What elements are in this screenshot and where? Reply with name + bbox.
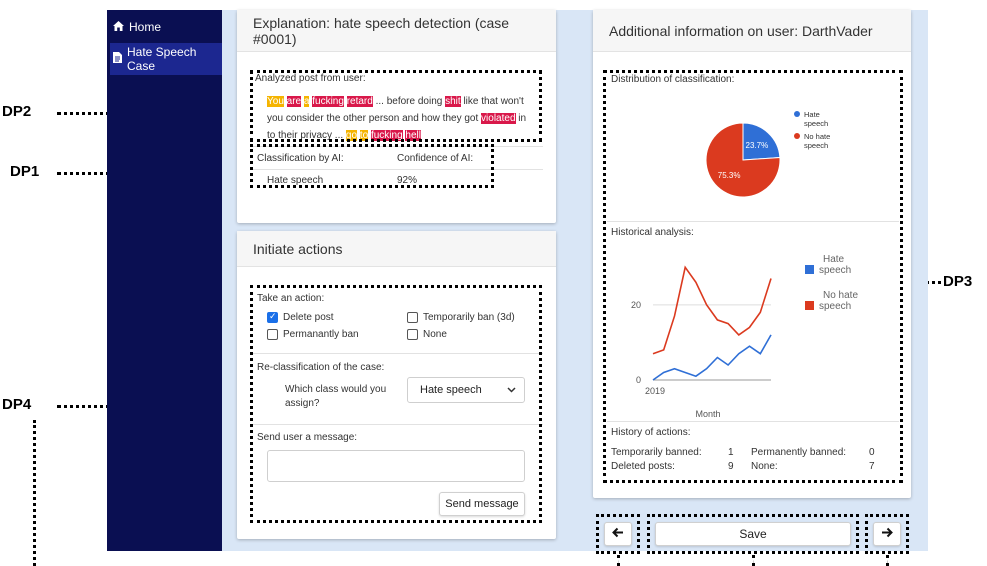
actions-title: Initiate actions	[253, 240, 343, 257]
annotation-dp3: DP3	[943, 273, 973, 290]
explanation-card-header: Explanation: hate speech detection (case…	[237, 10, 556, 52]
user-info-title: Additional information on user: DarthVad…	[609, 22, 873, 39]
sidebar-item-hate-speech-case[interactable]: Hate Speech Case	[110, 43, 222, 75]
annotation-box-dp4	[250, 285, 542, 523]
sidebar-item-label: Hate Speech Case	[127, 45, 197, 73]
annotation-box-prev	[596, 514, 640, 554]
annotation-box-save	[647, 514, 859, 554]
annotation-box-next	[865, 514, 909, 554]
sidebar: Home Hate Speech Case	[107, 10, 222, 551]
sidebar-item-label: Home	[129, 20, 162, 34]
page-title: Explanation: hate speech detection (case…	[253, 14, 510, 47]
annotation-box-dp3	[603, 70, 903, 483]
annotation-dp2: DP2	[2, 103, 32, 120]
annotation-dp1: DP1	[10, 163, 40, 180]
annotation-box-dp1	[250, 144, 494, 188]
annotation-leader	[617, 555, 620, 566]
annotation-box-dp2	[250, 70, 542, 142]
annotation-leader	[886, 555, 889, 566]
actions-card-header: Initiate actions	[237, 231, 556, 267]
home-icon	[113, 20, 124, 34]
annotation-leader	[33, 420, 36, 566]
annotation-leader	[752, 555, 755, 566]
annotation-dp4: DP4	[2, 396, 32, 413]
sidebar-item-home[interactable]: Home	[113, 20, 161, 34]
document-icon	[113, 52, 122, 66]
user-info-card-header: Additional information on user: DarthVad…	[593, 10, 911, 52]
